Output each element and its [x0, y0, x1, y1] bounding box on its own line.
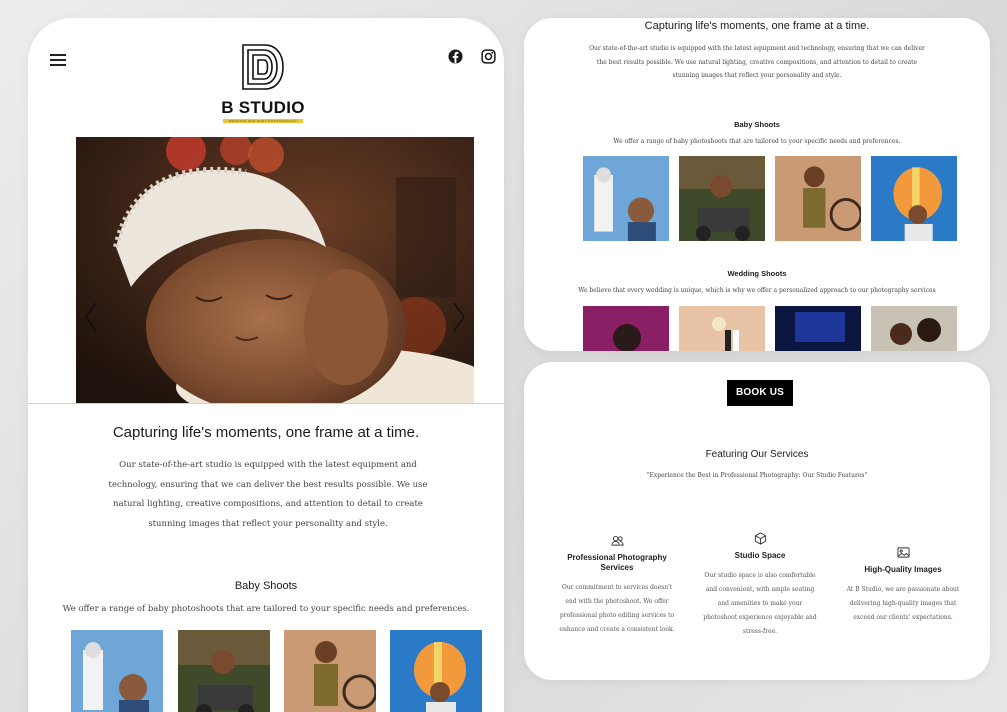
- wedding-photo-4[interactable]: [871, 306, 957, 351]
- service-high-quality-images: High-Quality Images At B Studio, we are …: [843, 546, 963, 625]
- desktop-baby-photo-1[interactable]: [583, 156, 669, 241]
- desktop-wedding-title: Wedding Shoots: [727, 269, 787, 278]
- facebook-icon[interactable]: [448, 49, 463, 64]
- service-professional-photography: Professional Photography Services Our co…: [557, 534, 677, 637]
- brand-name: B STUDIO: [221, 98, 305, 117]
- service-title: High-Quality Images: [864, 565, 942, 574]
- baby-shoots-title: Baby Shoots: [234, 580, 298, 592]
- services-quote: "Experience the Best in Professional Pho…: [646, 472, 868, 479]
- desktop-baby-photo-4[interactable]: [871, 156, 957, 241]
- b-monogram-icon: [242, 44, 284, 90]
- service-studio-space: Studio Space Our studio space is also co…: [700, 532, 820, 639]
- hero-image-sleeping-baby: [76, 137, 474, 403]
- service-text: Our studio space is also comfortable and…: [703, 572, 817, 635]
- desktop-baby-photo-2[interactable]: [679, 156, 765, 241]
- users-icon: [610, 535, 624, 546]
- brand-tagline: WEDDING AND BABY PHOTOGRAPHY: [223, 119, 303, 123]
- brand-logo[interactable]: B STUDIO WEDDING AND BABY PHOTOGRAPHY: [218, 43, 308, 123]
- baby-photo-4[interactable]: [390, 630, 482, 712]
- intro-text: Our state-of-the-art studio is equipped …: [108, 460, 428, 529]
- desktop-baby-photo-3[interactable]: [775, 156, 861, 241]
- wedding-photo-2[interactable]: [679, 306, 765, 351]
- chevron-left-icon[interactable]: [80, 297, 102, 337]
- desktop-baby-title: Baby Shoots: [734, 120, 780, 129]
- service-title: Professional Photography Services: [567, 553, 667, 572]
- mobile-homepage-card: B STUDIO WEDDING AND BABY PHOTOGRAPHY Ca…: [28, 18, 504, 712]
- service-title: Studio Space: [734, 551, 786, 560]
- instagram-icon[interactable]: [481, 49, 496, 64]
- baby-photo-2[interactable]: [178, 630, 270, 712]
- services-card: BOOK US Featuring Our Services "Experien…: [524, 362, 990, 680]
- wedding-photo-1[interactable]: [583, 306, 669, 351]
- hamburger-menu-icon[interactable]: [50, 54, 66, 66]
- service-text: Our commitment to services doesn't end w…: [559, 584, 675, 633]
- desktop-intro-heading: Capturing life's moments, one frame at a…: [644, 20, 870, 32]
- desktop-intro-text: Our state-of-the-art studio is equipped …: [589, 45, 925, 79]
- service-text: At B Studio, we are passionate about del…: [846, 586, 960, 621]
- book-us-button[interactable]: BOOK US: [727, 380, 793, 406]
- intro-heading: Capturing life's moments, one frame at a…: [112, 424, 420, 441]
- baby-shoots-text: We offer a range of baby photoshoots tha…: [62, 604, 470, 614]
- image-icon: [896, 547, 910, 558]
- hero-slider[interactable]: [76, 137, 474, 403]
- chevron-right-icon[interactable]: [448, 297, 470, 337]
- desktop-wedding-text: We believe that every wedding is unique,…: [578, 287, 936, 294]
- baby-photo-3[interactable]: [284, 630, 376, 712]
- wedding-photo-3[interactable]: [775, 306, 861, 351]
- desktop-baby-text: We offer a range of baby photoshoots tha…: [613, 138, 901, 145]
- desktop-preview-card: Capturing life's moments, one frame at a…: [524, 18, 990, 351]
- section-divider: [28, 403, 504, 404]
- baby-photo-1[interactable]: [71, 630, 163, 712]
- cube-icon: [754, 532, 766, 545]
- services-title: Featuring Our Services: [705, 449, 809, 460]
